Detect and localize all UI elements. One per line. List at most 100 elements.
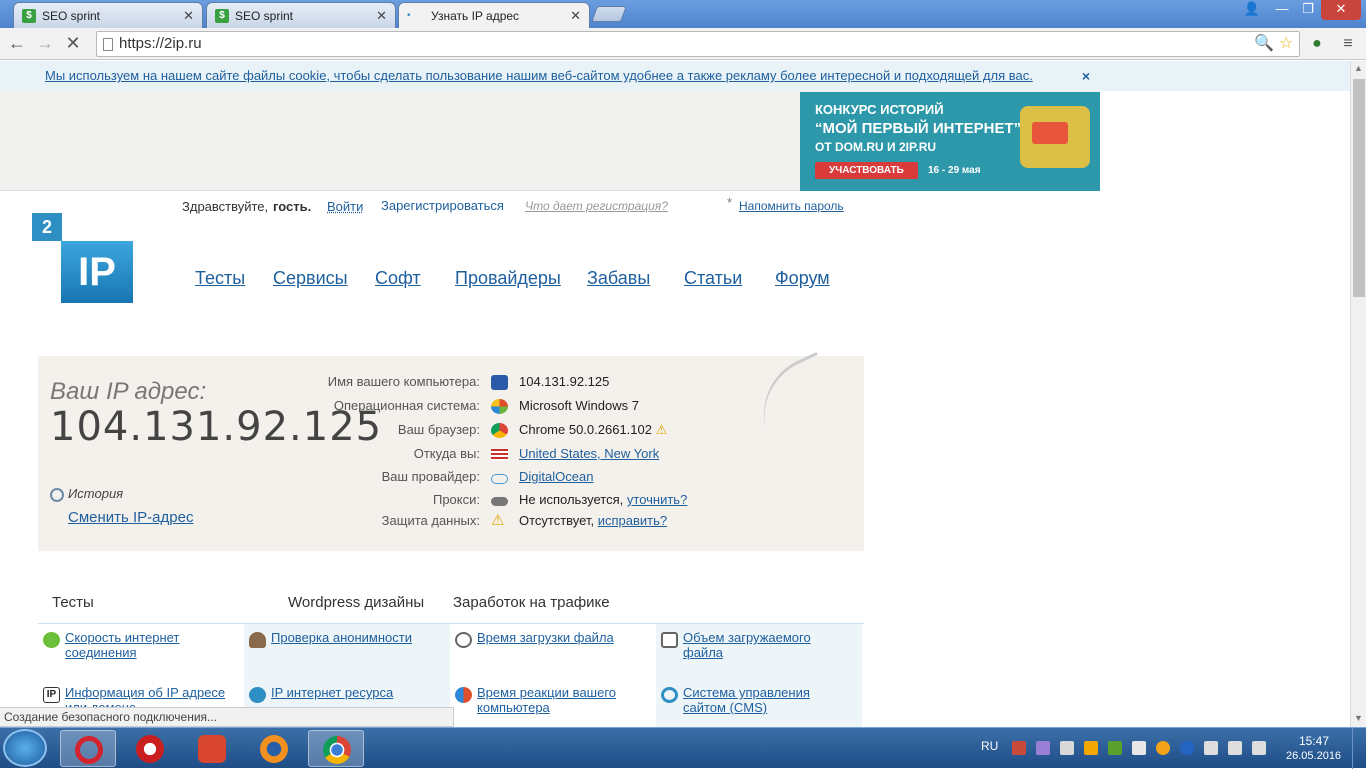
provider-link[interactable]: DigitalOcean [519, 469, 593, 484]
info-row-provider: Ваш провайдер: DigitalOcean [38, 469, 864, 491]
close-icon[interactable]: ✕ [183, 8, 194, 24]
forward-icon[interactable]: → [33, 32, 57, 56]
test-link-ip-resource[interactable]: IP интернет ресурса [271, 685, 441, 700]
cookie-notice-link[interactable]: Мы используем на нашем сайте файлы cooki… [45, 68, 1033, 83]
taskbar-chrome[interactable] [308, 730, 364, 767]
close-icon[interactable]: ✕ [376, 8, 387, 24]
firefox-icon [260, 735, 288, 763]
ip-info-box: Ваш IP адрес: 104.131.92.125 История Сме… [38, 351, 864, 551]
ad-banner[interactable]: КОНКУРС ИСТОРИЙ “МОЙ ПЕРВЫЙ ИНТЕРНЕТ” ОТ… [800, 92, 1100, 191]
warning-icon: ⚠ [655, 422, 668, 437]
stop-icon[interactable]: ✕ [61, 32, 85, 56]
chrome-icon [323, 736, 351, 764]
test-item[interactable]: Система управления сайтом (CMS) [656, 679, 862, 727]
tray-pen-icon[interactable] [1036, 741, 1050, 755]
nav-articles[interactable]: Статьи [684, 268, 742, 289]
start-button[interactable] [3, 729, 47, 767]
row-value: 104.131.92.125 [519, 374, 610, 389]
why-register-link[interactable]: Что дает регистрация? [525, 199, 668, 213]
speaker-icon[interactable] [1252, 741, 1266, 755]
scroll-down-icon[interactable]: ▼ [1354, 713, 1363, 723]
test-link-cms[interactable]: Система управления сайтом (CMS) [683, 685, 853, 715]
taskbar-firefox[interactable] [246, 730, 302, 767]
tray-folder-icon[interactable] [1084, 741, 1098, 755]
clarify-link[interactable]: уточнить? [627, 492, 687, 507]
location-link[interactable]: United States, New York [519, 446, 659, 461]
close-icon[interactable]: ✕ [570, 8, 581, 24]
register-link[interactable]: Зарегистрироваться [381, 198, 504, 213]
back-icon[interactable]: ← [5, 32, 29, 56]
taskbar-nero[interactable] [122, 730, 178, 767]
tab-seo-sprint-1[interactable]: $ SEO sprint ✕ [13, 2, 203, 28]
fix-link[interactable]: исправить? [598, 513, 667, 528]
test-link-reaction[interactable]: Время реакции вашего компьютера [477, 685, 647, 715]
language-indicator[interactable]: RU [981, 739, 998, 753]
network-icon[interactable] [1228, 741, 1242, 755]
browser-toolbar: ← → ✕ https://2ip.ru 🔍 ☆ ● ≡ [0, 28, 1366, 60]
volume-icon[interactable] [1132, 741, 1146, 755]
tray-keyboard-icon[interactable] [1060, 741, 1074, 755]
test-link-file-size[interactable]: Объем загружаемого файла [683, 630, 853, 660]
clock-date[interactable]: 26.05.2016 [1286, 750, 1341, 762]
section-tests[interactable]: Тесты [52, 594, 94, 611]
test-item[interactable]: Время реакции вашего компьютера [450, 679, 656, 727]
banner-participate-button[interactable]: УЧАСТВОВАТЬ [815, 162, 918, 179]
nero-icon [136, 735, 164, 763]
nav-soft[interactable]: Софт [375, 268, 421, 289]
address-bar[interactable]: https://2ip.ru [96, 31, 1300, 57]
bluetooth-icon[interactable] [1180, 741, 1194, 755]
zoom-icon[interactable]: 🔍 [1254, 34, 1274, 54]
new-tab-button[interactable] [591, 6, 627, 22]
taskbar-ccleaner[interactable] [184, 730, 240, 767]
test-item[interactable]: Проверка анонимности [244, 624, 450, 679]
test-item[interactable]: Время загрузки файла [450, 624, 656, 679]
ip-info-icon: IP [43, 687, 60, 703]
stopwatch-icon [455, 632, 472, 648]
us-flag-icon [491, 449, 508, 461]
minimize-button[interactable]: — [1269, 0, 1295, 20]
section-earnings[interactable]: Заработок на трафике [453, 594, 610, 611]
tab-2ip[interactable]: • Узнать IP адрес ✕ [398, 2, 590, 28]
nvidia-icon[interactable] [1108, 741, 1122, 755]
nav-fun[interactable]: Забавы [587, 268, 650, 289]
login-link[interactable]: Войти [327, 199, 363, 214]
test-item[interactable]: Объем загружаемого файла [656, 624, 862, 679]
anonymity-icon [249, 632, 266, 648]
row-value: United States, New York [519, 446, 659, 461]
opera-icon [75, 736, 103, 764]
menu-icon[interactable]: ≡ [1338, 34, 1358, 54]
scroll-up-icon[interactable]: ▲ [1354, 63, 1363, 73]
tray-circle-icon[interactable] [1156, 741, 1170, 755]
clock-time[interactable]: 15:47 [1299, 734, 1329, 748]
usb-icon[interactable] [1204, 741, 1218, 755]
close-window-button[interactable]: ✕ [1321, 0, 1361, 20]
nav-tests[interactable]: Тесты [195, 268, 245, 289]
show-desktop-button[interactable] [1352, 728, 1366, 769]
vertical-scrollbar[interactable]: ▲ ▼ [1350, 61, 1366, 727]
user-icon[interactable]: 👤 [1239, 0, 1265, 20]
close-icon[interactable]: × [1082, 61, 1090, 91]
info-row-location: Откуда вы: United States, New York [38, 446, 864, 468]
globe-extension-icon[interactable]: ● [1307, 34, 1327, 54]
row-value: Chrome 50.0.2661.102 ⚠ [519, 422, 667, 438]
scroll-thumb[interactable] [1353, 79, 1365, 297]
test-link-download-time[interactable]: Время загрузки файла [477, 630, 647, 645]
row-label: Ваш браузер: [397, 422, 480, 437]
info-row-browser: Ваш браузер: Chrome 50.0.2661.102 ⚠ [38, 422, 864, 444]
row-value: Отсутствует, исправить? [519, 513, 667, 528]
test-item[interactable]: Скорость интернет соединения [38, 624, 244, 679]
page-icon [103, 38, 113, 51]
nav-providers[interactable]: Провайдеры [455, 268, 561, 289]
test-link-speed[interactable]: Скорость интернет соединения [65, 630, 235, 660]
section-wordpress[interactable]: Wordpress дизайны [288, 594, 424, 611]
site-logo[interactable]: IP [61, 241, 133, 303]
test-link-anonymity[interactable]: Проверка анонимности [271, 630, 441, 645]
nav-forum[interactable]: Форум [775, 268, 830, 289]
taskbar-opera[interactable] [60, 730, 116, 767]
restore-button[interactable]: ❐ [1295, 0, 1321, 20]
nav-services[interactable]: Сервисы [273, 268, 348, 289]
tab-seo-sprint-2[interactable]: $ SEO sprint ✕ [206, 2, 396, 28]
tray-app-icon[interactable] [1012, 741, 1026, 755]
remind-password-link[interactable]: Напомнить пароль [739, 199, 844, 213]
bookmark-star-icon[interactable]: ☆ [1276, 34, 1296, 54]
